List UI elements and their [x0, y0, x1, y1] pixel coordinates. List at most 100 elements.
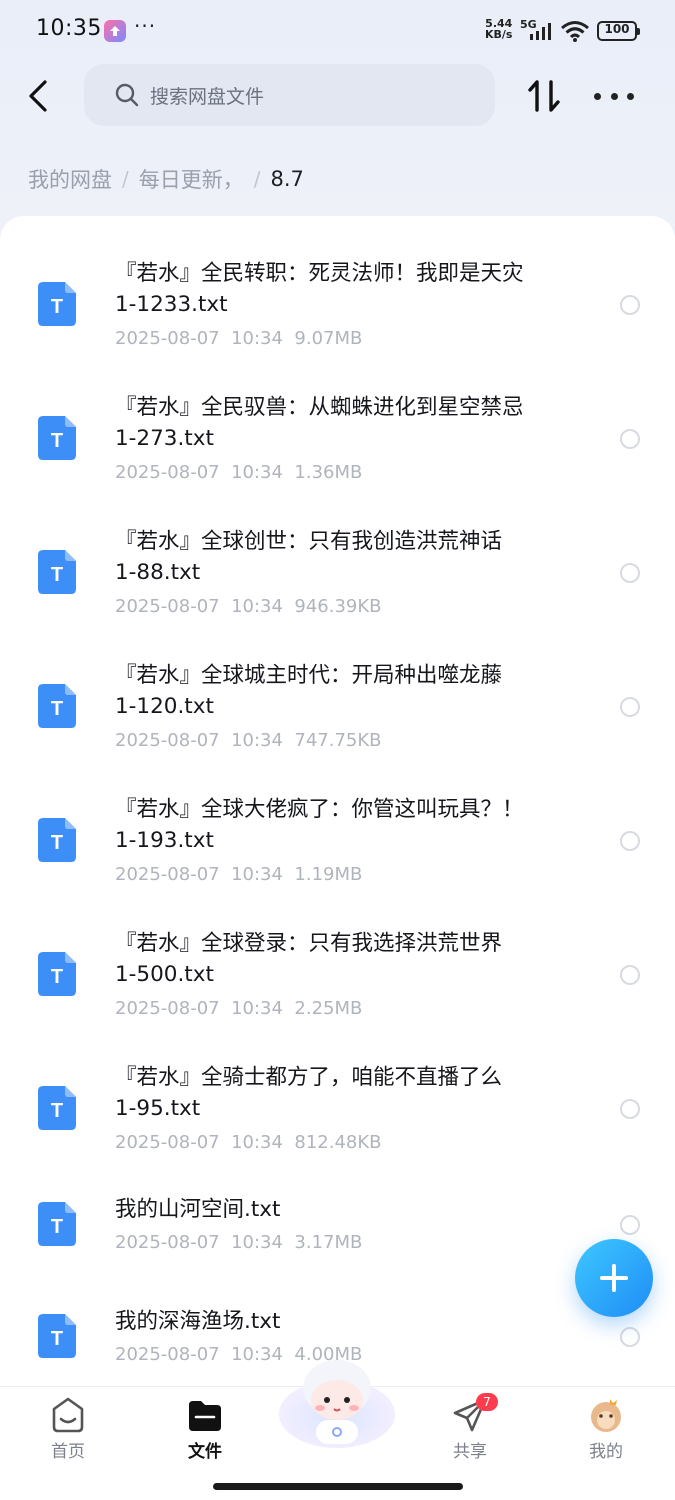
file-name-line: 『若水』全民转职：死灵法师！我即是天灾	[115, 261, 524, 286]
file-date: 2025-08-07	[115, 462, 220, 483]
file-name: 我的深海渔场.txt	[115, 1306, 575, 1337]
select-radio[interactable]	[620, 563, 640, 583]
txt-file-icon: T	[38, 416, 76, 460]
file-name-line: 『若水』全民驭兽：从蜘蛛进化到星空禁忌	[115, 395, 524, 420]
home-icon	[52, 1397, 84, 1433]
nav-home[interactable]: 首页	[28, 1395, 108, 1462]
file-icon-letter: T	[51, 296, 63, 318]
file-icon-letter: T	[51, 430, 63, 452]
file-meta: 2025-08-07 10:34 3.17MB	[115, 1232, 362, 1253]
txt-file-icon: T	[38, 282, 76, 326]
file-time: 10:34	[231, 864, 283, 885]
plus-icon	[600, 1264, 628, 1292]
status-time: 10:35	[36, 16, 102, 41]
select-radio[interactable]	[620, 1099, 640, 1119]
file-name: 我的山河空间.txt	[115, 1194, 575, 1225]
select-radio[interactable]	[620, 429, 640, 449]
file-time: 10:34	[231, 596, 283, 617]
file-icon-letter: T	[51, 1216, 63, 1238]
app-notification-icon	[104, 20, 126, 42]
file-date: 2025-08-07	[115, 328, 220, 349]
file-meta: 2025-08-07 10:34 747.75KB	[115, 730, 382, 751]
nav-share-label: 共享	[453, 1442, 487, 1462]
select-radio[interactable]	[620, 1215, 640, 1235]
breadcrumb-separator: /	[122, 167, 129, 191]
more-button[interactable]	[594, 84, 634, 108]
select-radio[interactable]	[620, 831, 640, 851]
search-input[interactable]: 搜索网盘文件	[84, 64, 495, 126]
txt-file-icon: T	[38, 550, 76, 594]
breadcrumb-separator: /	[253, 167, 261, 191]
folder-icon	[189, 1401, 221, 1431]
wifi-icon	[561, 21, 589, 42]
file-size: 3.17MB	[294, 1232, 363, 1253]
file-size: 2.25MB	[294, 998, 363, 1019]
file-date: 2025-08-07	[115, 730, 220, 751]
nav-files[interactable]: 文件	[165, 1395, 245, 1462]
nav-share[interactable]: 7 共享	[430, 1393, 510, 1462]
file-date: 2025-08-07	[115, 998, 220, 1019]
txt-file-icon: T	[38, 1314, 76, 1358]
search-placeholder: 搜索网盘文件	[150, 85, 265, 108]
file-size: 812.48KB	[294, 1132, 382, 1153]
select-radio[interactable]	[620, 1327, 640, 1347]
file-date: 2025-08-07	[115, 1344, 220, 1365]
status-more-dots: ···	[134, 14, 157, 38]
file-name-line: 我的深海渔场.txt	[115, 1309, 281, 1334]
file-name-line: 1-273.txt	[115, 426, 214, 451]
breadcrumb-parent[interactable]: 每日更新，	[139, 164, 244, 194]
battery-icon: 100	[597, 21, 640, 41]
file-name-line: 1-500.txt	[115, 962, 214, 987]
more-dot	[610, 92, 618, 100]
file-size: 747.75KB	[294, 730, 382, 751]
file-meta: 2025-08-07 10:34 1.36MB	[115, 462, 362, 483]
breadcrumb-root[interactable]: 我的网盘	[28, 164, 112, 194]
file-name-line: 『若水』全球登录：只有我选择洪荒世界	[115, 931, 503, 956]
nav-mine-label: 我的	[589, 1442, 623, 1462]
file-name-line: 『若水』全骑士都方了，咱能不直播了么	[115, 1065, 503, 1090]
net-speed-unit: KB/s	[485, 28, 513, 41]
file-size: 1.36MB	[294, 462, 363, 483]
file-name-line: 1-120.txt	[115, 694, 214, 719]
txt-file-icon: T	[38, 1086, 76, 1130]
file-time: 10:34	[231, 1132, 283, 1153]
file-icon-letter: T	[51, 966, 63, 988]
breadcrumb: 我的网盘 / 每日更新， / 8.7	[28, 164, 304, 194]
file-date: 2025-08-07	[115, 1132, 220, 1153]
file-date: 2025-08-07	[115, 864, 220, 885]
nav-files-label: 文件	[188, 1442, 222, 1462]
more-dot	[627, 92, 634, 100]
back-arrow-icon	[29, 80, 47, 112]
file-name-line: 我的山河空间.txt	[115, 1197, 281, 1222]
file-icon-letter: T	[51, 1100, 63, 1122]
file-meta: 2025-08-07 10:34 1.19MB	[115, 864, 362, 885]
search-icon	[115, 83, 139, 107]
sort-button[interactable]	[526, 78, 562, 114]
nav-mine[interactable]: 我的	[566, 1395, 646, 1462]
file-date: 2025-08-07	[115, 1232, 220, 1253]
file-name: 『若水』全民驭兽：从蜘蛛进化到星空禁忌 1-273.txt	[115, 392, 575, 454]
txt-file-icon: T	[38, 952, 76, 996]
breadcrumb-current: 8.7	[270, 167, 304, 191]
file-icon-letter: T	[51, 698, 63, 720]
battery-level: 100	[604, 22, 630, 36]
avatar-icon	[591, 1399, 621, 1432]
select-radio[interactable]	[620, 697, 640, 717]
nav-home-label: 首页	[51, 1442, 85, 1462]
file-name: 『若水』全球大佬疯了：你管这叫玩具？！ 1-193.txt	[115, 794, 575, 856]
txt-file-icon: T	[38, 1202, 76, 1246]
mascot-assistant-icon[interactable]	[276, 1352, 398, 1452]
select-radio[interactable]	[620, 965, 640, 985]
status-bar: 10:35 ··· 5.44 KB/s 5G 100	[0, 0, 675, 62]
file-time: 10:34	[231, 462, 283, 483]
select-radio[interactable]	[620, 295, 640, 315]
file-icon-letter: T	[51, 1328, 63, 1350]
file-time: 10:34	[231, 328, 283, 349]
file-name: 『若水』全骑士都方了，咱能不直播了么 1-95.txt	[115, 1062, 575, 1124]
file-name-line: 『若水』全球创世：只有我创造洪荒神话	[115, 529, 503, 554]
file-name: 『若水』全民转职：死灵法师！我即是天灾 1-1233.txt	[115, 258, 575, 320]
add-button[interactable]	[575, 1239, 653, 1317]
file-size: 946.39KB	[294, 596, 382, 617]
back-button[interactable]	[20, 76, 56, 116]
file-time: 10:34	[231, 998, 283, 1019]
